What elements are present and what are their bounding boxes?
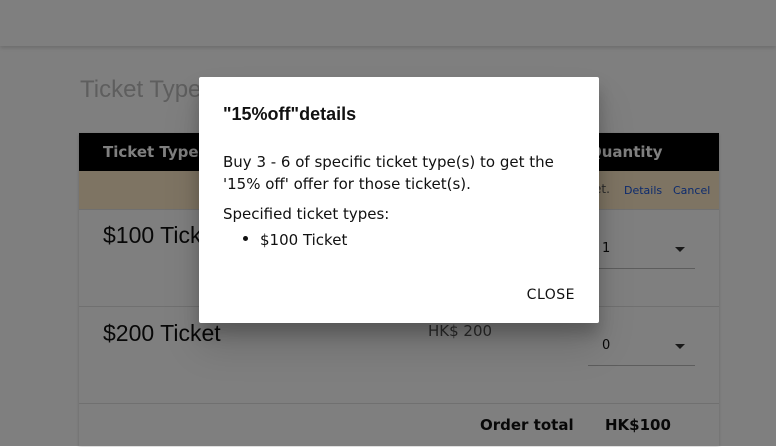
offer-details-dialog: "15%off"details Buy 3 - 6 of specific ti… xyxy=(199,77,599,323)
ticket-type-name: $100 Ticket xyxy=(260,231,348,249)
dialog-title: "15%off"details xyxy=(223,104,357,124)
list-item: $100 Ticket xyxy=(243,231,347,249)
close-button[interactable]: CLOSE xyxy=(523,283,579,307)
bullet-icon xyxy=(243,236,248,241)
ticket-type-list: $100 Ticket xyxy=(243,231,347,249)
dialog-body-text: Buy 3 - 6 of specific ticket type(s) to … xyxy=(223,153,554,193)
specified-types-label: Specified ticket types: xyxy=(223,205,390,223)
